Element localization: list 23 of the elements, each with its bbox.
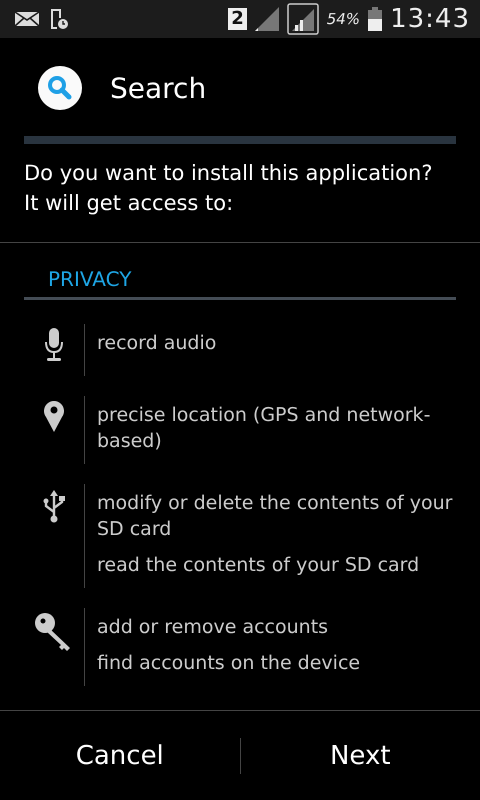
phone-clock-icon — [48, 8, 70, 30]
location-pin-icon — [43, 400, 65, 432]
permission-text: precise location (GPS and network-based) — [97, 403, 432, 454]
dialog-title: Search — [110, 72, 206, 104]
section-heading: PRIVACY — [47, 266, 132, 293]
battery-icon — [368, 7, 382, 31]
permission-text: record audio — [97, 331, 218, 356]
permission-text: add or remove accounts — [97, 615, 330, 640]
dialog-button[interactable]: Next — [240, 711, 480, 800]
usb-icon — [42, 488, 66, 524]
battery-percentage: 54% — [326, 10, 360, 28]
search-icon — [38, 66, 82, 110]
clock: 13:43 — [390, 4, 470, 34]
microphone-icon — [44, 328, 64, 362]
dialog-button[interactable]: Cancel — [0, 711, 240, 800]
permission-text: find accounts on the device — [97, 651, 362, 676]
install-prompt: Do you want to install this application? It will get access to: — [24, 160, 434, 217]
sim-badge: 2 — [228, 8, 247, 30]
mail-icon — [14, 11, 40, 27]
signal-icon — [254, 7, 279, 31]
signal-icon — [286, 3, 319, 35]
permission-text: modify or delete the contents of your SD card — [97, 491, 454, 542]
permission-text: read the contents of your SD card — [97, 553, 420, 578]
